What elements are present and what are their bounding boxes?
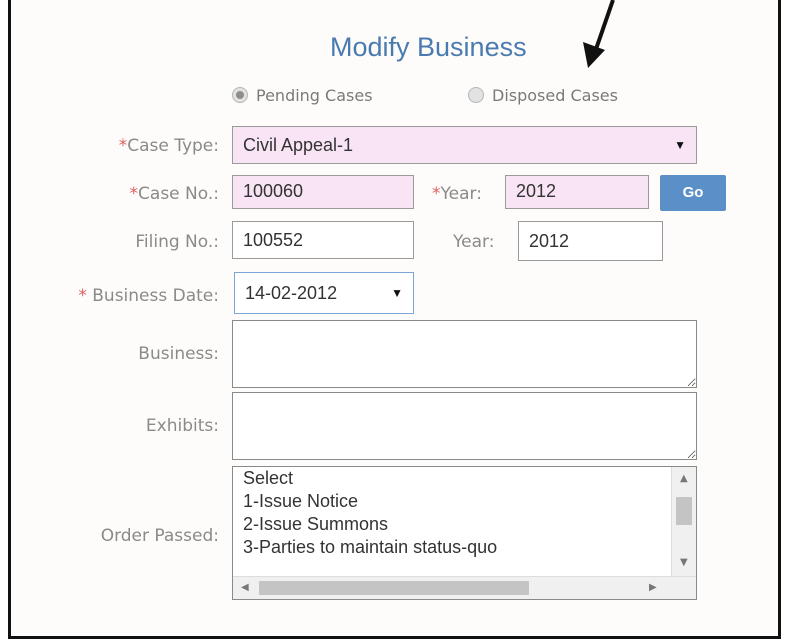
scroll-up-icon[interactable]: ▲ [680,473,688,484]
list-item[interactable]: 3-Parties to maintain status-quo [233,536,696,559]
radio-checked-icon [232,86,248,103]
vertical-scroll-thumb[interactable] [676,497,692,525]
case-type-label: *Case Type: [118,136,219,156]
list-item[interactable]: 1-Issue Notice [233,490,696,513]
exhibits-label: Exhibits: [145,416,219,436]
annotation-arrow-icon [583,0,615,68]
radio-unchecked-icon [468,86,484,103]
filing-no-input[interactable]: 100552 [232,221,414,259]
case-no-input[interactable]: 100060 [232,175,414,209]
go-button[interactable]: Go [660,175,726,211]
case-type-select[interactable]: Civil Appeal-1 ▼ [232,126,697,164]
business-date-value: 14-02-2012 [245,283,338,303]
order-passed-listbox[interactable]: Select 1-Issue Notice 2-Issue Summons 3-… [232,466,697,600]
scroll-right-icon[interactable]: ▶ [649,582,657,593]
case-no-label: *Case No.: [129,184,219,204]
business-date-label: * Business Date: [78,286,219,306]
case-type-value: Civil Appeal-1 [243,135,354,155]
business-label: Business: [138,344,219,364]
horizontal-scroll-thumb[interactable] [259,581,529,595]
scroll-down-icon[interactable]: ▼ [680,557,688,568]
radio-disposed-cases[interactable]: Disposed Cases [468,86,618,105]
radio-label: Disposed Cases [492,86,618,105]
year-input[interactable]: 2012 [505,175,649,209]
list-item[interactable]: Select [233,467,696,490]
business-date-select[interactable]: 14-02-2012 ▼ [234,272,414,314]
chevron-down-icon: ▼ [391,286,403,300]
filing-no-label: Filing No.: [135,232,219,252]
business-textarea[interactable] [232,320,697,388]
list-item[interactable]: 2-Issue Summons [233,513,696,536]
radio-label: Pending Cases [256,86,373,105]
order-passed-label: Order Passed: [100,526,219,546]
chevron-down-icon: ▼ [674,138,686,152]
filing-year-input[interactable]: 2012 [518,221,663,261]
scroll-left-icon[interactable]: ◀ [241,582,249,593]
vertical-scrollbar[interactable]: ▲ ▼ [671,467,696,577]
filing-year-label: Year: [453,232,495,252]
exhibits-textarea[interactable] [232,392,697,460]
page-title: Modify Business [330,32,527,62]
radio-pending-cases[interactable]: Pending Cases [232,86,373,105]
horizontal-scrollbar[interactable]: ◀ ▶ [233,576,696,599]
year-label: *Year: [432,184,482,204]
